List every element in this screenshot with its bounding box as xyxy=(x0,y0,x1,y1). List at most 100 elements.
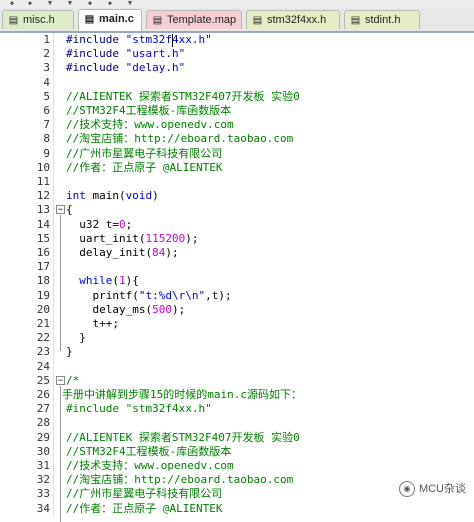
code-text: //ALIENTEK 探索者STM32F407开发板 实验0 xyxy=(66,431,300,445)
toolbar-button-icon[interactable]: ▼ xyxy=(66,0,74,7)
line-number: 3 xyxy=(43,61,50,75)
tab-stdint-h[interactable]: ▤ stdint.h xyxy=(344,10,420,29)
code-text: delay_init(84); xyxy=(66,246,178,260)
code-text: #include "usart.h" xyxy=(66,47,185,61)
code-line[interactable]: 16 delay_init(84); xyxy=(0,246,474,260)
line-number: 18 xyxy=(36,274,50,288)
code-token: //ALIENTEK 探索者STM32F407开发板 实验0 xyxy=(66,89,300,103)
code-line[interactable]: 21 t++; xyxy=(0,317,474,331)
code-token: delay_init( xyxy=(66,246,153,259)
code-line[interactable]: 9 //广州市星翼电子科技有限公司 xyxy=(0,147,474,161)
code-text: } xyxy=(66,345,73,359)
code-line[interactable]: 15 uart_init(115200); xyxy=(0,232,474,246)
code-line[interactable]: 17 xyxy=(0,260,474,274)
code-token: 115200 xyxy=(145,231,186,245)
code-line[interactable]: 30 //STM32F4工程模板-库函数版本 xyxy=(0,445,474,459)
line-number: 15 xyxy=(36,231,50,245)
code-line[interactable]: 14 u32 t=0; xyxy=(0,218,474,232)
line-number: 20 xyxy=(36,302,50,316)
code-line[interactable]: 26 手册中讲解到步骤15的时候的main.c源码如下： xyxy=(0,388,474,402)
watermark: ◉ MCU杂谈 xyxy=(398,479,466,499)
code-line[interactable]: 28 xyxy=(0,416,474,430)
line-number: 16 xyxy=(36,246,50,259)
code-line[interactable]: 22 } xyxy=(0,331,474,345)
line-number: 1 xyxy=(43,33,50,46)
code-line[interactable]: 31 //技术支持：www.openedv.com xyxy=(0,459,474,473)
code-token: #include xyxy=(66,61,126,75)
code-line[interactable]: 2 #include "usart.h" xyxy=(0,47,474,61)
code-token: //广州市星翼电子科技有限公司 xyxy=(66,487,223,501)
code-line[interactable]: 24 xyxy=(0,360,474,374)
line-number: 32 xyxy=(36,473,50,487)
code-token: #include xyxy=(66,33,126,46)
toolbar-button-icon[interactable]: ◆ xyxy=(8,0,16,7)
line-number: 5 xyxy=(43,89,50,103)
code-line[interactable]: 1 #include "stm32f4xx.h" xyxy=(0,33,474,47)
tab-stm32f4xx-h[interactable]: ▤ stm32f4xx.h xyxy=(246,10,340,29)
fold-toggle-icon[interactable]: − xyxy=(56,375,65,385)
code-text: } xyxy=(66,331,86,345)
code-token: ,t); xyxy=(205,288,232,302)
tab-misc-h[interactable]: ▤ misc.h xyxy=(2,10,74,29)
code-editor[interactable]: 1 #include "stm32f4xx.h" 2 #include "usart.… xyxy=(0,33,474,522)
code-line[interactable]: 10 //作者：正点原子 @ALIENTEK xyxy=(0,161,474,175)
toolbar-button-icon[interactable]: ▼ xyxy=(46,0,54,7)
line-number: 33 xyxy=(36,487,50,501)
code-token: t++; xyxy=(66,317,119,330)
code-token: //技术支持：www.openedv.com xyxy=(66,459,234,472)
fold-toggle-icon[interactable]: − xyxy=(56,205,65,215)
code-token: //淘宝店铺：http://eboard.taobao.com xyxy=(66,473,294,487)
tab-main-c[interactable]: ▤ main.c xyxy=(78,9,142,31)
code-token: } xyxy=(66,331,86,345)
code-text: #include "stm32f4xx.h" xyxy=(66,33,212,47)
code-line[interactable]: 11 xyxy=(0,175,474,189)
code-token: 500 xyxy=(152,302,172,316)
code-line[interactable]: 27 #include "stm32f4xx.h" xyxy=(0,402,474,416)
code-line[interactable]: 8 //淘宝店铺：http://eboard.taobao.com xyxy=(0,132,474,146)
code-line[interactable]: 4 xyxy=(0,76,474,90)
code-text: t++; xyxy=(66,317,119,331)
code-line[interactable]: 34 //作者：正点原子 @ALIENTEK xyxy=(0,502,474,516)
code-text: #include "delay.h" xyxy=(66,61,185,75)
tab-label: Template.map xyxy=(167,14,237,26)
code-token: //STM32F4工程模板-库函数版本 xyxy=(66,104,232,117)
code-line[interactable]: 7 //技术支持：www.openedv.com xyxy=(0,118,474,132)
line-number: 26 xyxy=(36,388,50,401)
code-line[interactable]: 6 //STM32F4工程模板-库函数版本 xyxy=(0,104,474,118)
code-line[interactable]: 13−{ xyxy=(0,203,474,217)
code-text: /* xyxy=(66,374,79,388)
code-line[interactable]: 25−/* xyxy=(0,374,474,388)
code-token: //STM32F4工程模板-库函数版本 xyxy=(66,444,232,458)
line-number: 23 xyxy=(36,345,50,359)
code-token: main( xyxy=(92,189,126,203)
code-line[interactable]: 23} xyxy=(0,345,474,359)
code-line[interactable]: 20 delay_ms(500); xyxy=(0,303,474,317)
line-number: 30 xyxy=(36,444,50,458)
code-token: ( xyxy=(112,274,119,288)
code-line[interactable]: 18 while(1){ xyxy=(0,274,474,288)
code-token: } xyxy=(66,345,73,359)
toolbar-button-icon[interactable]: ◆ xyxy=(106,0,114,7)
code-text: int main(void) xyxy=(66,189,159,203)
code-line[interactable]: 29 //ALIENTEK 探索者STM32F407开发板 实验0 xyxy=(0,431,474,445)
toolbar-button-icon[interactable]: ▼ xyxy=(126,0,134,7)
code-token: "t:%d\r\n" xyxy=(138,288,206,302)
code-line[interactable]: 12 int main(void) xyxy=(0,189,474,203)
code-line[interactable]: 19 printf("t:%d\r\n",t); xyxy=(0,289,474,303)
code-line[interactable]: 3 #include "delay.h" xyxy=(0,61,474,75)
code-line[interactable]: 5 //ALIENTEK 探索者STM32F407开发板 实验0 xyxy=(0,90,474,104)
code-text: while(1){ xyxy=(66,274,139,288)
tab-template-map[interactable]: ▤ Template.map xyxy=(146,10,242,29)
code-text: //STM32F4工程模板-库函数版本 xyxy=(66,104,231,118)
toolbar-button-icon[interactable]: ◆ xyxy=(86,0,94,7)
line-number: 31 xyxy=(36,459,50,472)
editor-tab-bar: ▤ misc.h ▤ main.c ▤ Template.map ▤ stm32… xyxy=(0,8,474,33)
code-text: //作者：正点原子 @ALIENTEK xyxy=(66,161,222,175)
tab-label: misc.h xyxy=(23,14,55,26)
line-number: 7 xyxy=(43,118,50,132)
tab-label: stm32f4xx.h xyxy=(267,14,327,26)
toolbar-button-icon[interactable]: ◆ xyxy=(26,0,34,7)
code-text: //技术支持：www.openedv.com xyxy=(66,118,234,132)
line-number: 19 xyxy=(36,288,50,302)
